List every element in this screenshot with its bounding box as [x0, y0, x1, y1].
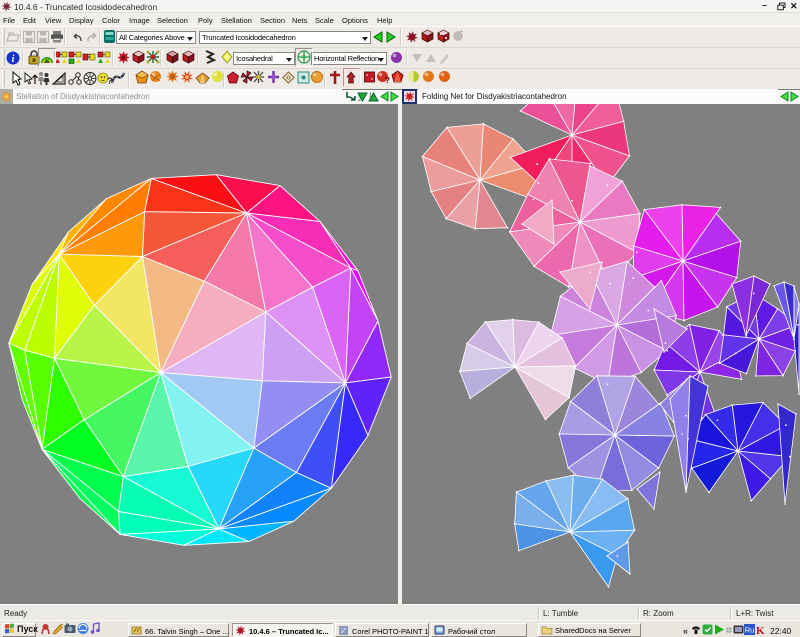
svg-text:?: ?	[385, 76, 390, 85]
svg-text:Ru: Ru	[745, 626, 755, 635]
svg-text:i: i	[12, 54, 15, 65]
